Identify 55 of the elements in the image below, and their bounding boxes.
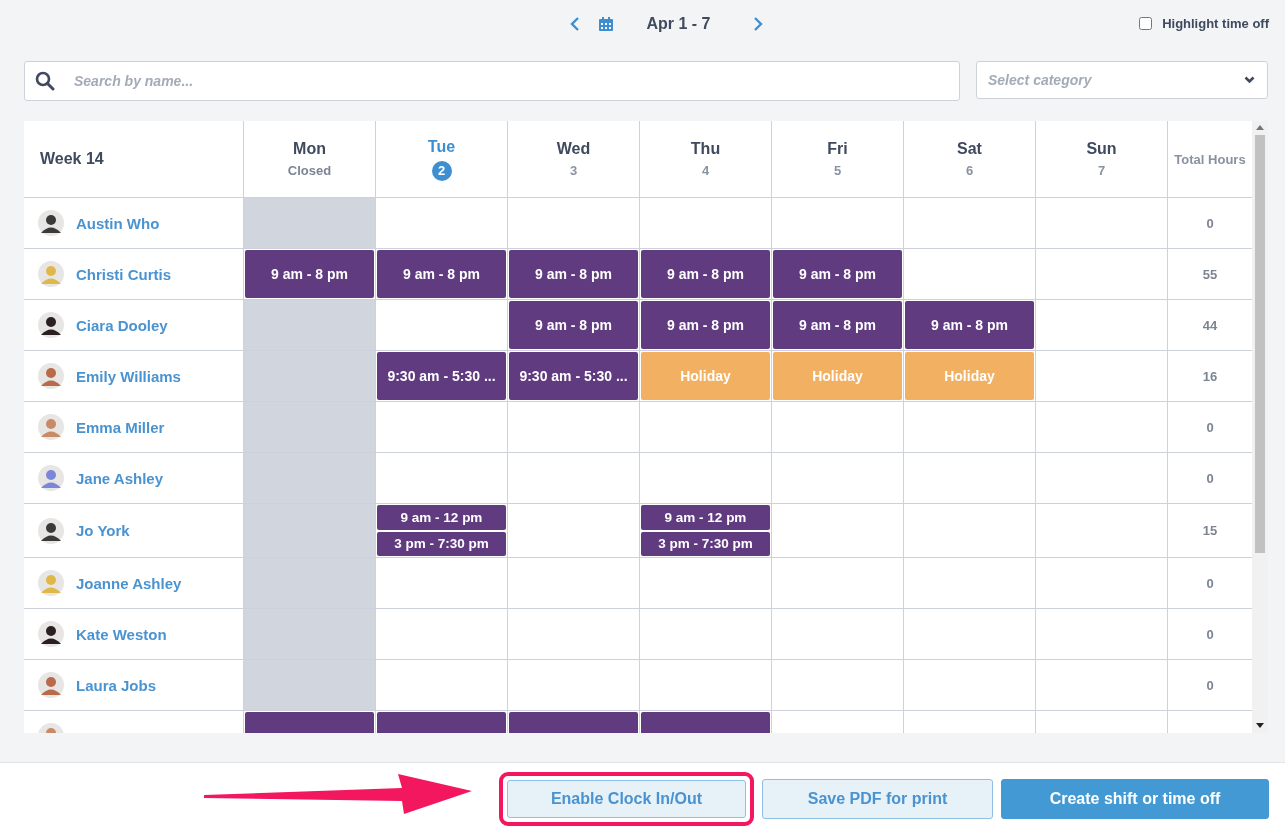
total-hours: 15 (1202, 523, 1218, 538)
total-hours: 0 (1206, 575, 1214, 591)
total-hours: 0 (1206, 677, 1214, 693)
date-range: Apr 1 - 7 (645, 15, 712, 33)
total-hours: 0 (1206, 215, 1214, 231)
shift-block[interactable]: 9 am - 8 pm (377, 250, 506, 298)
shift-block[interactable]: 9 am - 8 pm (509, 301, 638, 349)
day-header[interactable]: Wed 3 (507, 121, 639, 197)
shift-block[interactable]: 9 am - 8 pm (641, 301, 770, 349)
avatar (38, 210, 64, 236)
shift-block[interactable]: 9:30 am - 5:30 ... (509, 352, 638, 400)
scrollbar[interactable] (1252, 121, 1268, 733)
chevron-right-icon (752, 16, 763, 32)
total-hours: 0 (1206, 419, 1214, 435)
scroll-thumb[interactable] (1255, 135, 1265, 553)
checkbox-label: Highlight time off (1162, 16, 1269, 31)
day-header[interactable]: Sun 7 (1035, 121, 1167, 197)
avatar (38, 414, 64, 440)
total-hours: 44 (1202, 317, 1218, 333)
avatar (38, 517, 64, 544)
chevron-left-icon (570, 16, 581, 32)
total-hours: 0 (1206, 626, 1214, 642)
shift-block[interactable]: 9:30 am - 5:30 ... (377, 352, 506, 400)
day-header[interactable]: Sat 6 (903, 121, 1035, 197)
search-field[interactable]: Search by name... (24, 61, 960, 101)
shift-block[interactable]: 9 am - 8 pm (509, 250, 638, 298)
shift-block[interactable]: 3 pm - 7:30 pm (641, 531, 770, 556)
avatar (38, 312, 64, 338)
day-header[interactable]: Mon Closed (243, 121, 375, 197)
avatar (38, 363, 64, 389)
shift-block[interactable]: 9 am - 12 pm (641, 505, 770, 530)
avatar (38, 672, 64, 698)
scroll-down-icon[interactable] (1256, 723, 1264, 729)
shift-block[interactable]: 9 am - 8 pm (905, 301, 1034, 349)
shift-block[interactable]: 9 am - 8 pm (773, 250, 902, 298)
chevron-down-icon (1244, 76, 1255, 84)
avatar (38, 570, 64, 596)
shift-block[interactable]: 9 am - 8 pm (245, 250, 374, 298)
avatar (38, 465, 64, 491)
avatar (38, 621, 64, 647)
shift-block[interactable]: 9 am - 8 pm (641, 250, 770, 298)
shift-block[interactable]: 9 am - 8 pm (773, 301, 902, 349)
highlight-checkbox[interactable] (1139, 17, 1153, 30)
week-label: Week 14 (39, 150, 104, 168)
shift-block[interactable]: 3 pm - 7:30 pm (377, 531, 506, 556)
day-header[interactable]: Thu 4 (639, 121, 771, 197)
calendar-icon[interactable] (598, 16, 615, 32)
total-hours: 0 (1206, 470, 1214, 486)
day-header[interactable]: Fri 5 (771, 121, 903, 197)
avatar (38, 261, 64, 287)
total-hours: 55 (1202, 266, 1218, 282)
scroll-up-icon[interactable] (1256, 125, 1264, 131)
shift-block[interactable]: 9 am - 12 pm (377, 505, 506, 530)
total-hours: 16 (1202, 368, 1218, 384)
total-hours-heading: Total Hours (1174, 151, 1246, 167)
